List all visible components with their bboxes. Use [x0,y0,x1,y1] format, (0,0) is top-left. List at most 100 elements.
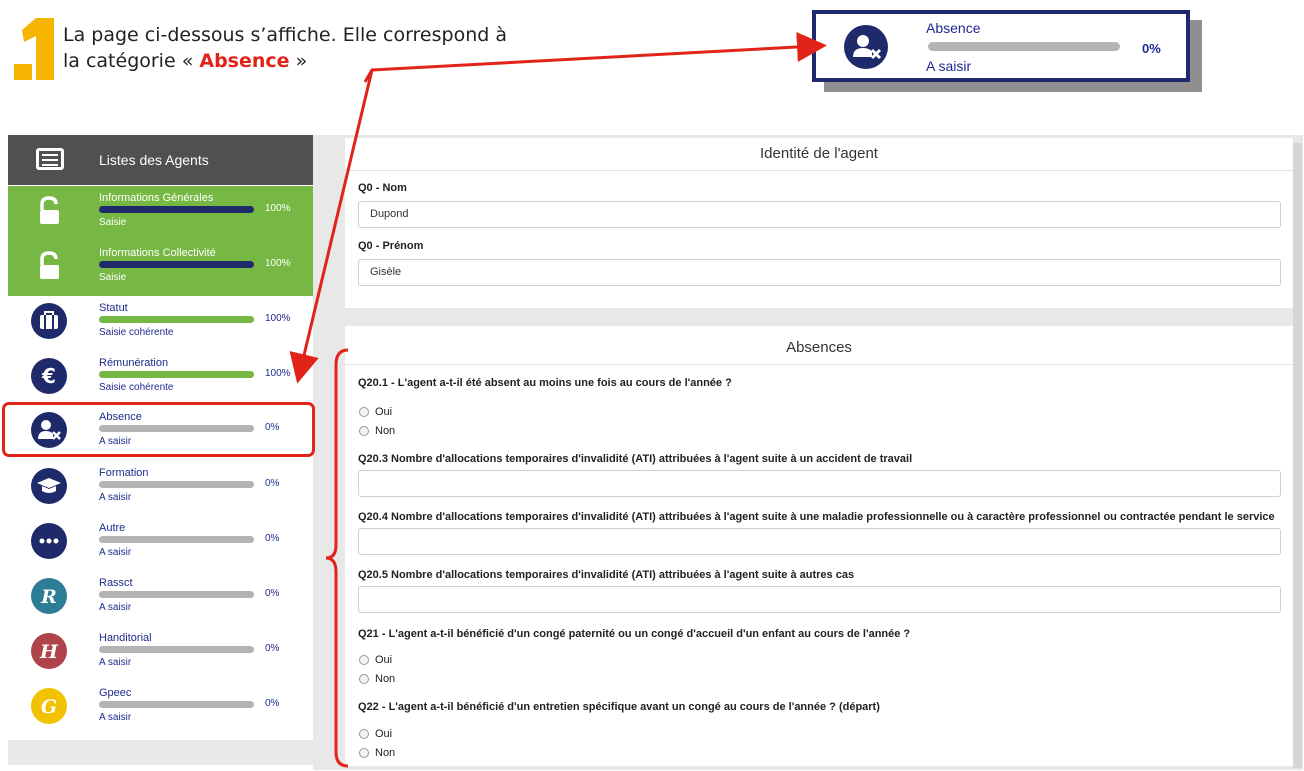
progress-bar [99,425,254,432]
q21-label: Q21 - L'agent a-t-il bénéficié d'un cong… [358,628,911,640]
progress-percent: 0% [265,533,280,544]
progress-percent: 100% [265,313,291,324]
status-text: A saisir [99,657,132,668]
absences-title: Absences [786,339,852,356]
euro-icon: € [31,358,67,394]
graduation-cap-icon [31,468,67,504]
q20-5-input[interactable] [358,586,1281,613]
sidebar-item-informations-g-n-rales[interactable]: Informations Générales 100% Saisie [8,186,313,241]
unlock-icon [31,248,67,284]
absences-panel: Absences Q20.1 - L'agent a-t-il été abse… [345,326,1293,766]
sidebar-title: Listes des Agents [99,152,209,168]
nom-field[interactable]: Dupond [358,201,1281,228]
sidebar-item-informations-collectivit-[interactable]: Informations Collectivité 100% Saisie [8,241,313,296]
q20-3-label: Q20.3 Nombre d'allocations temporaires d… [358,453,913,465]
status-text: A saisir [99,436,132,447]
scrollbar[interactable] [1293,143,1302,768]
nom-label: Q0 - Nom [358,182,407,194]
progress-percent: 100% [265,258,291,269]
sidebar-item-formation[interactable]: Formation 0% A saisir [8,461,313,516]
progress-bar [99,591,254,598]
q22-label: Q22 - L'agent a-t-il bénéficié d'un entr… [358,701,880,713]
sidebar-item-label: Handitorial [99,632,152,644]
progress-fill [99,206,254,213]
ellipsis-icon [31,523,67,559]
progress-percent: 100% [265,368,291,379]
unlock-icon [31,193,67,229]
progress-percent: 0% [265,588,280,599]
user-x-icon [844,25,888,69]
status-text: Saisie cohérente [99,382,174,393]
progress-bar [99,481,254,488]
progress-percent: 0% [265,643,280,654]
callout-progress-bar [928,42,1120,51]
letter-h-icon: H [31,633,67,669]
status-text: A saisir [99,492,132,503]
progress-bar [99,261,254,268]
q20-3-input[interactable] [358,470,1281,497]
progress-bar [99,646,254,653]
status-text: Saisie cohérente [99,327,174,338]
sidebar-item-handitorial[interactable]: H Handitorial 0% A saisir [8,626,313,681]
identity-panel: Identité de l'agent Q0 - Nom Dupond Q0 -… [345,138,1293,308]
sidebar-item-autre[interactable]: Autre 0% A saisir [8,516,313,571]
progress-percent: 100% [265,203,291,214]
instruction-line-2: la catégorie « Absence » [63,50,308,72]
sidebar-item-label: Rémunération [99,357,169,369]
prenom-label: Q0 - Prénom [358,240,424,252]
sidebar-item-label: Gpeec [99,687,132,699]
prenom-field[interactable]: Gisèle [358,259,1281,286]
letter-r-icon: R [31,578,67,614]
svg-text:€: € [41,364,56,388]
q20-4-input[interactable] [358,528,1281,555]
progress-percent: 0% [265,478,280,489]
q20-5-label: Q20.5 Nombre d'allocations temporaires d… [358,569,855,581]
callout-label: Absence [926,20,981,36]
q20-4-label: Q20.4 Nombre d'allocations temporaires d… [358,511,1275,523]
progress-percent: 0% [265,698,280,709]
progress-fill [99,261,254,268]
sidebar-item-gpeec[interactable]: G Gpeec 0% A saisir [8,681,313,736]
letter-g-icon: G [31,688,67,724]
sidebar-item-label: Statut [99,302,128,314]
absence-callout: Absence 0% A saisir [812,10,1190,82]
user-x-icon [31,412,67,448]
sidebar-item-label: Autre [99,522,126,534]
progress-bar [99,536,254,543]
callout-status: A saisir [926,58,972,74]
list-icon [36,148,64,170]
q20-1-label: Q20.1 - L'agent a-t-il été absent au moi… [358,377,732,389]
sidebar-item-absence[interactable]: Absence 0% A saisir [2,402,315,457]
step-number-badge [14,18,54,80]
sidebar-item-label: Informations Collectivité [99,247,216,259]
status-text: A saisir [99,602,132,613]
sidebar-item-label: Informations Générales [99,192,214,204]
sidebar-item-label: Rassct [99,577,133,589]
sidebar-footer [8,740,313,765]
category-highlight: Absence [199,50,290,72]
instruction-line-1: La page ci-dessous s’affiche. Elle corre… [63,24,507,46]
status-text: A saisir [99,712,132,723]
sidebar: Listes des Agents Informations Générales… [2,135,315,765]
status-text: A saisir [99,547,132,558]
svg-text:G: G [41,696,57,718]
briefcase-icon [31,303,67,339]
step-instruction: La page ci-dessous s’affiche. Elle corre… [63,22,507,74]
progress-bar [99,206,254,213]
svg-text:R: R [40,586,57,608]
progress-bar [99,701,254,708]
svg-text:H: H [39,641,59,663]
sidebar-item-rassct[interactable]: R Rassct 0% A saisir [8,571,313,626]
progress-percent: 0% [265,422,280,433]
progress-bar [99,316,254,323]
progress-bar [99,371,254,378]
status-text: Saisie [99,217,127,228]
sidebar-header[interactable]: Listes des Agents [8,135,313,185]
progress-fill [99,371,254,378]
progress-fill [99,316,254,323]
sidebar-item-statut[interactable]: Statut 100% Saisie cohérente [8,296,313,351]
sidebar-item-label: Absence [99,411,142,423]
callout-percent: 0% [1142,41,1161,56]
sidebar-item-r-mun-ration[interactable]: € Rémunération 100% Saisie cohérente [8,351,313,406]
identity-title: Identité de l'agent [760,145,878,162]
